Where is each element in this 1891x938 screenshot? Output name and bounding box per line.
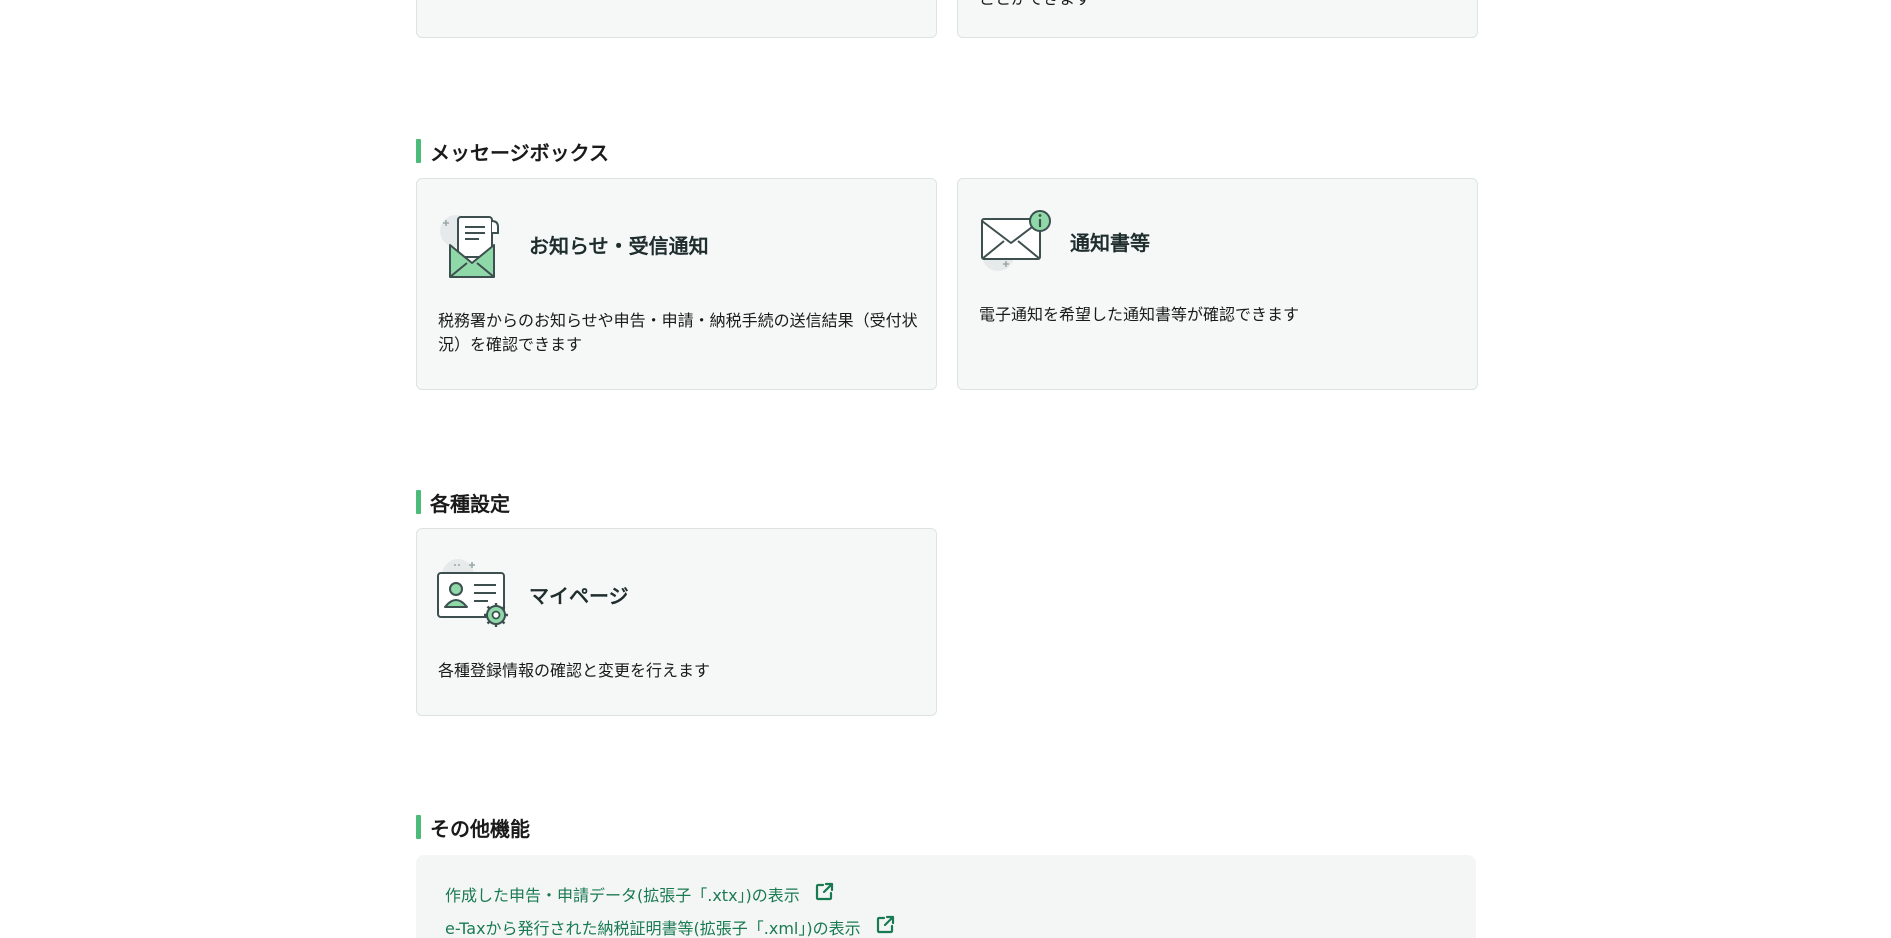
section-heading-other: その他機能: [416, 815, 530, 841]
link-label: e-Taxから発行された納税証明書等(拡張子「.xml」)の表示: [445, 919, 861, 938]
section-heading-text: メッセージボックス: [430, 140, 609, 165]
top-card-right-description: ことができます: [979, 0, 1091, 11]
link-view-xml-certificate[interactable]: e-Taxから発行された納税証明書等(拡張子「.xml」)の表示: [445, 915, 895, 938]
card-description: 各種登録情報の確認と変更を行えます: [438, 661, 711, 680]
section-heading-text: その他機能: [430, 816, 530, 841]
top-card-right[interactable]: ことができます: [957, 0, 1478, 38]
envelope-letter-icon: [438, 209, 506, 285]
card-notifications[interactable]: お知らせ・受信通知 税務署からのお知らせや申告・申請・納税手続の送信結果（受付状…: [416, 178, 937, 390]
card-title: マイページ: [529, 584, 629, 608]
card-notices[interactable]: 通知書等 電子通知を希望した通知書等が確認できます: [957, 178, 1478, 390]
card-title: お知らせ・受信通知: [529, 234, 709, 258]
section-heading-settings: 各種設定: [416, 490, 510, 516]
external-link-icon: [814, 882, 834, 906]
section-heading-text: 各種設定: [430, 491, 510, 516]
heading-accent-bar: [416, 139, 421, 163]
card-mypage[interactable]: マイページ 各種登録情報の確認と変更を行えます: [416, 528, 937, 716]
card-description: 税務署からのお知らせや申告・申請・納税手続の送信結果（受付状況）を確認できます: [438, 311, 918, 354]
profile-card-gear-icon: [436, 559, 512, 633]
link-view-xtx-data[interactable]: 作成した申告・申請データ(拡張子「.xtx」)の表示: [445, 882, 834, 906]
card-title: 通知書等: [1070, 231, 1150, 255]
heading-accent-bar: [416, 815, 421, 839]
other-functions-links: 作成した申告・申請データ(拡張子「.xtx」)の表示 e-Taxから発行された納…: [416, 855, 1476, 938]
link-label: 作成した申告・申請データ(拡張子「.xtx」)の表示: [445, 886, 800, 905]
envelope-info-icon: [978, 209, 1054, 279]
external-link-icon: [875, 915, 895, 938]
top-card-left[interactable]: [416, 0, 937, 38]
page: ことができます メッセージボックス お知らせ・受信通知 税務署からのお知らせや申…: [0, 0, 1891, 938]
section-heading-messagebox: メッセージボックス: [416, 139, 609, 165]
card-description: 電子通知を希望した通知書等が確認できます: [979, 305, 1300, 324]
heading-accent-bar: [416, 490, 421, 514]
